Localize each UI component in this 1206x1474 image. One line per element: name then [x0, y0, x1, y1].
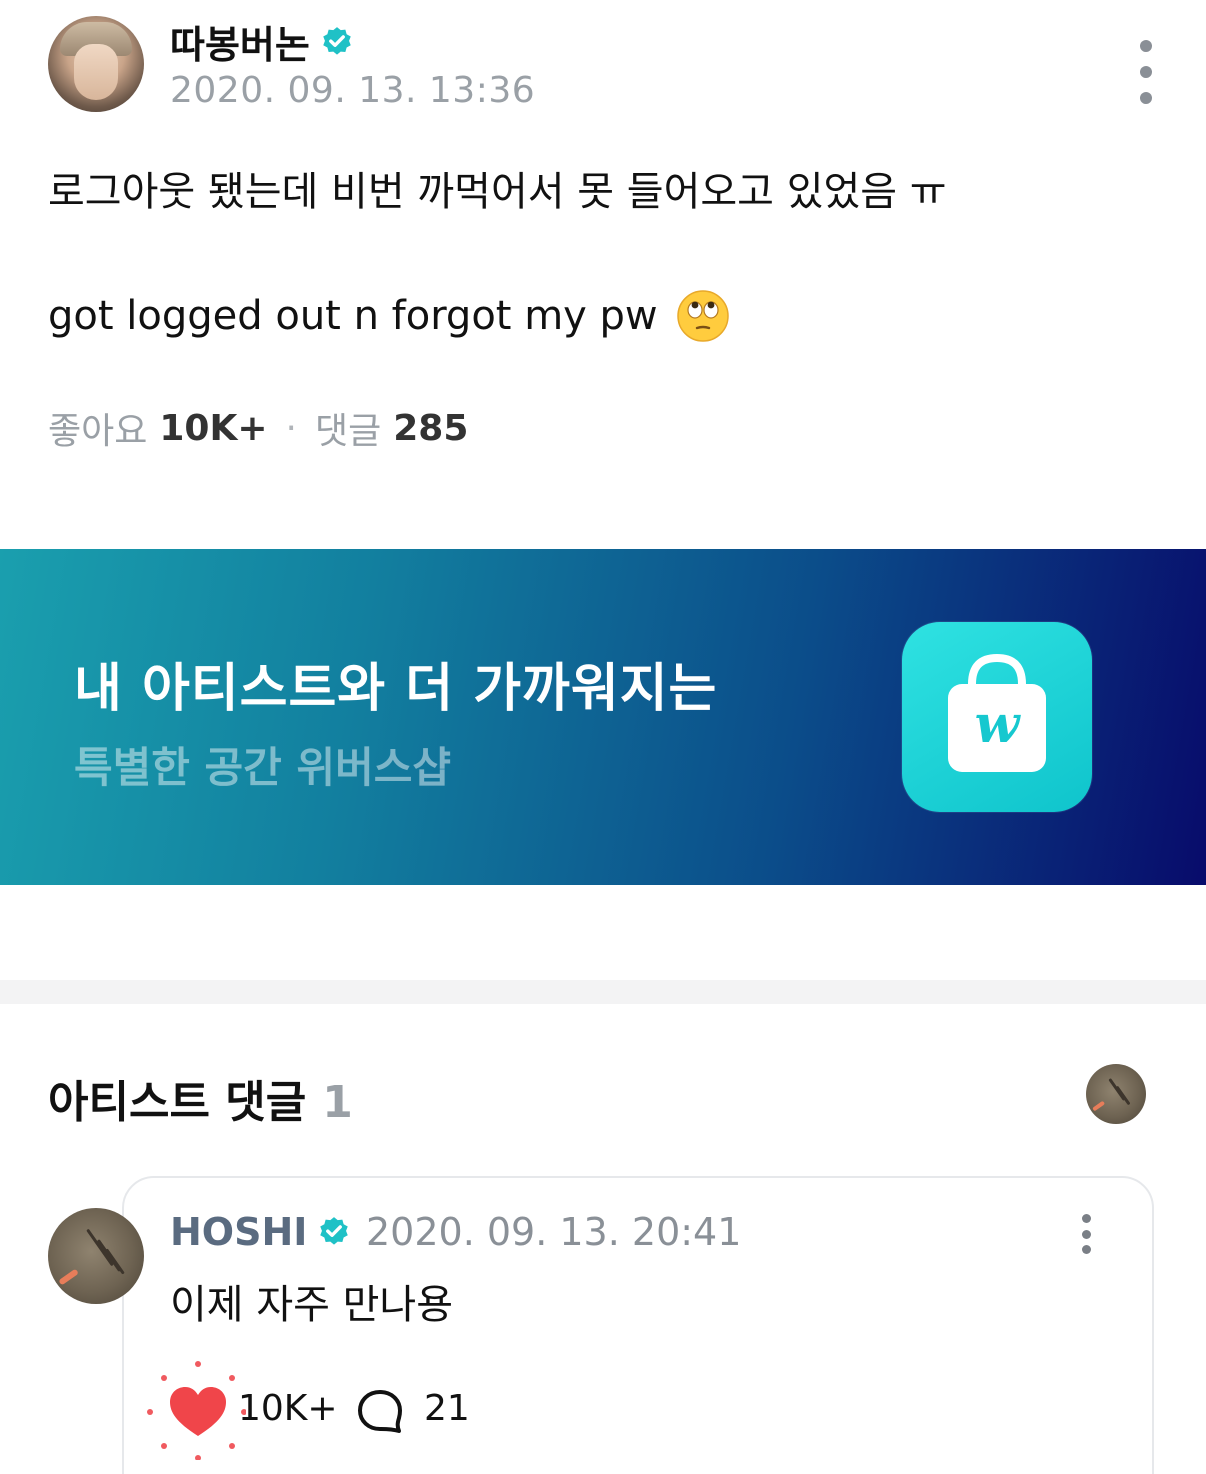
- comment-like-count: 10K+: [238, 1388, 338, 1429]
- post-author-name: 따봉버논: [170, 23, 310, 67]
- speech-bubble-icon[interactable]: [356, 1388, 404, 1436]
- comment-author-name: HOSHI: [170, 1210, 308, 1254]
- post-timestamp: 2020. 09. 13. 13:36: [170, 70, 536, 111]
- post-stats: 좋아요 10K+ · 댓글 285: [48, 402, 468, 454]
- post-more-options-icon[interactable]: [1126, 40, 1166, 104]
- likes-count[interactable]: 10K+: [159, 408, 267, 449]
- comment-text: 이제 자주 만나용: [170, 1282, 454, 1328]
- comment-author-avatar[interactable]: [48, 1208, 144, 1304]
- post-body: 로그아웃 됐는데 비번 까먹어서 못 들어오고 있었음 ㅠ got logged…: [48, 162, 1148, 346]
- post-author[interactable]: 따봉버논: [170, 14, 354, 69]
- dot: [1081, 1229, 1091, 1239]
- shop-icon-letter: w: [975, 694, 1022, 755]
- comments-label: 댓글: [315, 411, 382, 452]
- avatar-texture: [1092, 1100, 1106, 1112]
- comments-count[interactable]: 285: [393, 408, 468, 449]
- avatar-texture: [86, 1228, 114, 1267]
- verified-badge-icon: [323, 26, 351, 55]
- comment-author[interactable]: HOSHI: [170, 1210, 351, 1254]
- comment-more-options-icon[interactable]: [1076, 1214, 1096, 1254]
- post-text-english: got logged out n forgot my pw: [48, 293, 658, 339]
- comment-timestamp: 2020. 09. 13. 20:41: [366, 1210, 742, 1254]
- artist-comments-count: 1: [322, 1077, 353, 1128]
- heart-icon: [147, 1361, 247, 1461]
- verified-badge-icon: [320, 1217, 349, 1245]
- section-divider: [0, 980, 1206, 1004]
- dot: [1140, 40, 1152, 52]
- likes-label: 좋아요: [48, 411, 148, 452]
- dot: [1081, 1214, 1091, 1223]
- avatar-texture: [1115, 1085, 1131, 1106]
- artist-comments-header: 아티스트 댓글 1: [48, 1066, 353, 1130]
- shopping-bag-icon: w: [948, 653, 1046, 772]
- avatar-face: [74, 44, 118, 100]
- post-text-english-line: got logged out n forgot my pw: [48, 286, 1148, 346]
- artist-avatar-small[interactable]: [1086, 1064, 1146, 1124]
- comment-reply-count: 21: [424, 1388, 470, 1429]
- artist-comments-title: 아티스트 댓글: [48, 1077, 307, 1128]
- weverse-shop-app-icon: w: [902, 622, 1092, 812]
- author-avatar[interactable]: [48, 16, 144, 112]
- comment-like-button[interactable]: [146, 1360, 247, 1461]
- avatar-texture: [58, 1268, 79, 1286]
- post-detail-screen: 따봉버논 2020. 09. 13. 13:36 로그아웃 됐는데 비번 까먹어…: [0, 0, 1206, 1474]
- rolling-eyes-emoji-icon: [676, 290, 729, 342]
- dot: [1081, 1245, 1091, 1254]
- stats-separator: ·: [285, 407, 297, 449]
- post-text-korean: 로그아웃 됐는데 비번 까먹어서 못 들어오고 있었음 ㅠ: [48, 169, 947, 215]
- banner-title: 내 아티스트와 더 가까워지는: [74, 659, 718, 719]
- dot: [1140, 92, 1152, 104]
- dot: [1140, 66, 1152, 78]
- banner-subtitle: 특별한 공간 위버스샵: [74, 743, 452, 792]
